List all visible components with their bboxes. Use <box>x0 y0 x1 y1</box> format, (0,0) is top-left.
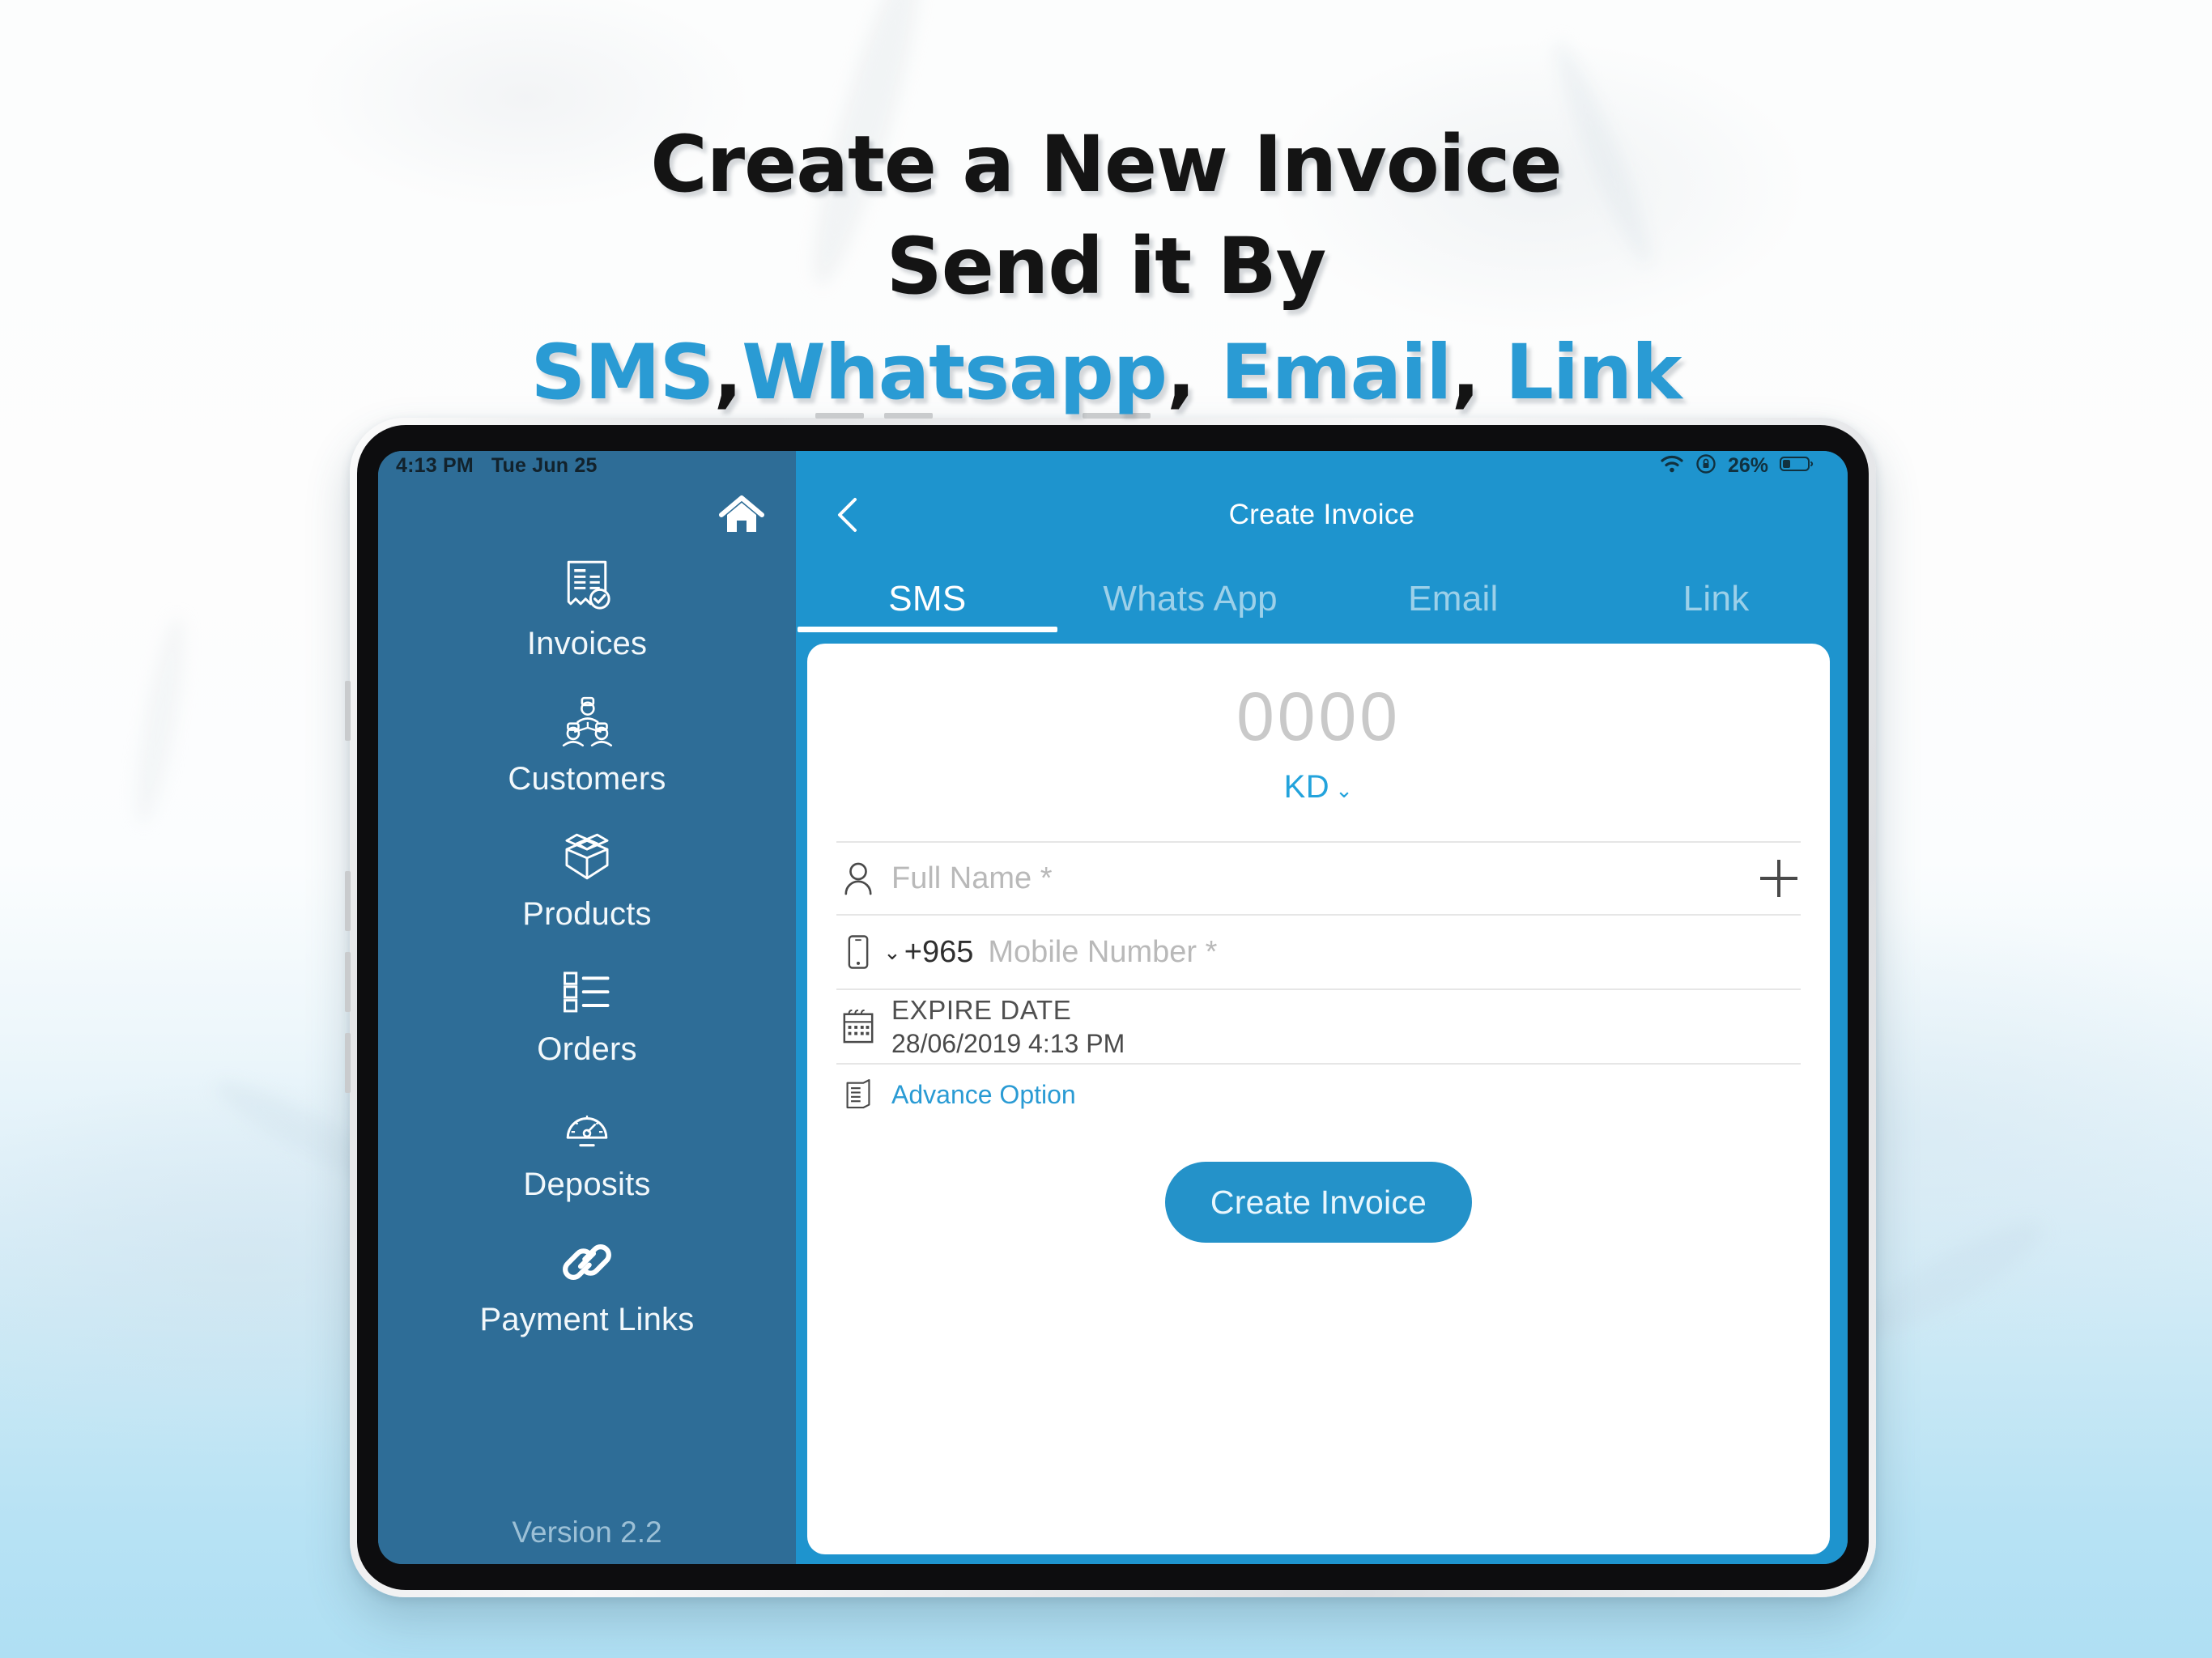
sidebar-item-orders[interactable]: Orders <box>378 963 796 1068</box>
submit-row: Create Invoice <box>836 1162 1801 1243</box>
country-code-value: +965 <box>904 934 974 969</box>
app-version-label: Version 2.2 <box>512 1516 662 1549</box>
rotation-lock-icon <box>1695 453 1716 478</box>
country-code-selector[interactable]: ⌄ +965 <box>883 935 973 970</box>
full-name-input[interactable]: Full Name * <box>891 861 1053 896</box>
person-icon <box>840 861 877 895</box>
marble-vein <box>1848 1205 2055 1353</box>
form-card-wrapper: 0000 KD ⌄ Full Name * ⌄ +965 Mobile Numb… <box>796 632 1848 1564</box>
mobile-phone-icon <box>840 934 877 970</box>
advance-option-row[interactable]: Advance Option <box>836 1065 1801 1124</box>
sidebar-item-label: Deposits <box>523 1167 651 1202</box>
expire-date-label: EXPIRE DATE <box>891 994 1072 1025</box>
home-icon[interactable] <box>718 494 765 536</box>
promo-channel-link: Link <box>1505 329 1682 417</box>
chevron-down-icon: ⌄ <box>1335 777 1354 802</box>
full-name-field[interactable]: Full Name * <box>836 841 1801 916</box>
people-group-icon <box>559 693 615 750</box>
currency-selector[interactable]: KD ⌄ <box>1284 769 1354 806</box>
page-title: Create Invoice <box>1228 499 1415 530</box>
tab-label: Whats App <box>1103 579 1278 619</box>
sidebar-item-label: Invoices <box>526 626 648 661</box>
side-connector <box>345 681 351 741</box>
promo-line-2: Send it By <box>886 221 1327 312</box>
side-connector <box>345 952 351 1012</box>
status-bar-left: 4:13 PM Tue Jun 25 <box>378 451 796 480</box>
device-bezel: 4:13 PM Tue Jun 25 Invoices Customers Pr… <box>357 425 1869 1590</box>
tab-email[interactable]: Email <box>1322 550 1585 632</box>
promo-sep-3: , <box>1451 329 1481 417</box>
sidebar-item-customers[interactable]: Customers <box>378 693 796 797</box>
wifi-icon <box>1660 455 1684 477</box>
back-button[interactable] <box>833 496 861 534</box>
sidebar-item-label: Products <box>522 896 652 932</box>
invoice-form-card: 0000 KD ⌄ Full Name * ⌄ +965 Mobile Numb… <box>807 644 1830 1554</box>
amount-input[interactable]: 0000 <box>836 678 1801 756</box>
channel-tabs: SMS Whats App Email Link <box>796 550 1848 632</box>
plus-icon[interactable] <box>1760 860 1797 897</box>
chevron-down-icon: ⌄ <box>883 939 901 964</box>
open-box-icon <box>559 828 615 885</box>
device-screen: 4:13 PM Tue Jun 25 Invoices Customers Pr… <box>378 451 1848 1564</box>
tab-sms[interactable]: SMS <box>796 550 1059 632</box>
sidebar-nav-list: Invoices Customers Products Orders Depos… <box>378 550 796 1516</box>
main-panel: 26% Create Invoice SMS Whats App Email L… <box>796 451 1848 1564</box>
sidebar-item-label: Customers <box>508 761 666 797</box>
sidebar-item-label: Orders <box>537 1031 637 1067</box>
sidebar-item-invoices[interactable]: Invoices <box>378 558 796 662</box>
marble-vein <box>127 614 194 827</box>
tab-label: Link <box>1682 579 1750 619</box>
gauge-icon <box>562 1099 612 1155</box>
document-list-icon <box>840 1078 877 1111</box>
tab-label: Email <box>1408 579 1499 619</box>
ipad-device-frame: 4:13 PM Tue Jun 25 Invoices Customers Pr… <box>345 413 1876 1597</box>
currency-row: KD ⌄ <box>836 769 1801 806</box>
tab-whatsapp[interactable]: Whats App <box>1059 550 1322 632</box>
home-button-row <box>378 480 796 550</box>
expire-date-field[interactable]: EXPIRE DATE 28/06/2019 4:13 PM <box>836 990 1801 1065</box>
create-invoice-button[interactable]: Create Invoice <box>1164 1162 1473 1243</box>
promo-sep-1: , <box>713 329 742 417</box>
tab-label: SMS <box>888 579 967 619</box>
advance-option-link[interactable]: Advance Option <box>891 1080 1076 1110</box>
promo-line-1: Create a New Invoice <box>650 119 1562 210</box>
expire-date-block: EXPIRE DATE 28/06/2019 4:13 PM <box>891 995 1125 1059</box>
battery-icon <box>1780 456 1814 476</box>
side-connector <box>345 1033 351 1093</box>
sidebar-item-deposits[interactable]: Deposits <box>378 1099 796 1203</box>
chain-link-icon <box>562 1234 612 1290</box>
promo-headline: Create a New Invoice Send it By SMS,What… <box>0 113 2212 424</box>
sidebar-item-label: Payment Links <box>479 1302 695 1337</box>
sidebar-item-payment-links[interactable]: Payment Links <box>378 1234 796 1338</box>
promo-channel-sms: SMS <box>530 329 714 417</box>
side-connector <box>345 871 351 931</box>
invoice-document-icon <box>561 558 613 614</box>
promo-channel-whatsapp: Whatsapp <box>742 329 1168 417</box>
checklist-icon <box>562 963 612 1020</box>
mobile-number-field[interactable]: ⌄ +965 Mobile Number * <box>836 916 1801 990</box>
promo-channels: SMS,Whatsapp, Email, Link <box>0 322 2212 424</box>
calendar-icon <box>840 1008 877 1045</box>
tab-link[interactable]: Link <box>1585 550 1848 632</box>
status-bar-right: 26% <box>796 451 1848 480</box>
promo-sep-2: , <box>1167 329 1196 417</box>
status-bar-time: 4:13 PM <box>396 453 474 477</box>
sidebar-item-products[interactable]: Products <box>378 828 796 933</box>
app-navbar: Create Invoice <box>796 480 1848 550</box>
battery-percent-label: 26% <box>1727 453 1768 477</box>
mobile-number-input[interactable]: Mobile Number * <box>988 935 1217 970</box>
expire-date-value: 28/06/2019 4:13 PM <box>891 1028 1125 1058</box>
promo-channel-email: Email <box>1220 329 1453 417</box>
status-bar-date: Tue Jun 25 <box>491 453 598 477</box>
currency-value: KD <box>1283 769 1330 805</box>
app-sidebar: 4:13 PM Tue Jun 25 Invoices Customers Pr… <box>378 451 796 1564</box>
